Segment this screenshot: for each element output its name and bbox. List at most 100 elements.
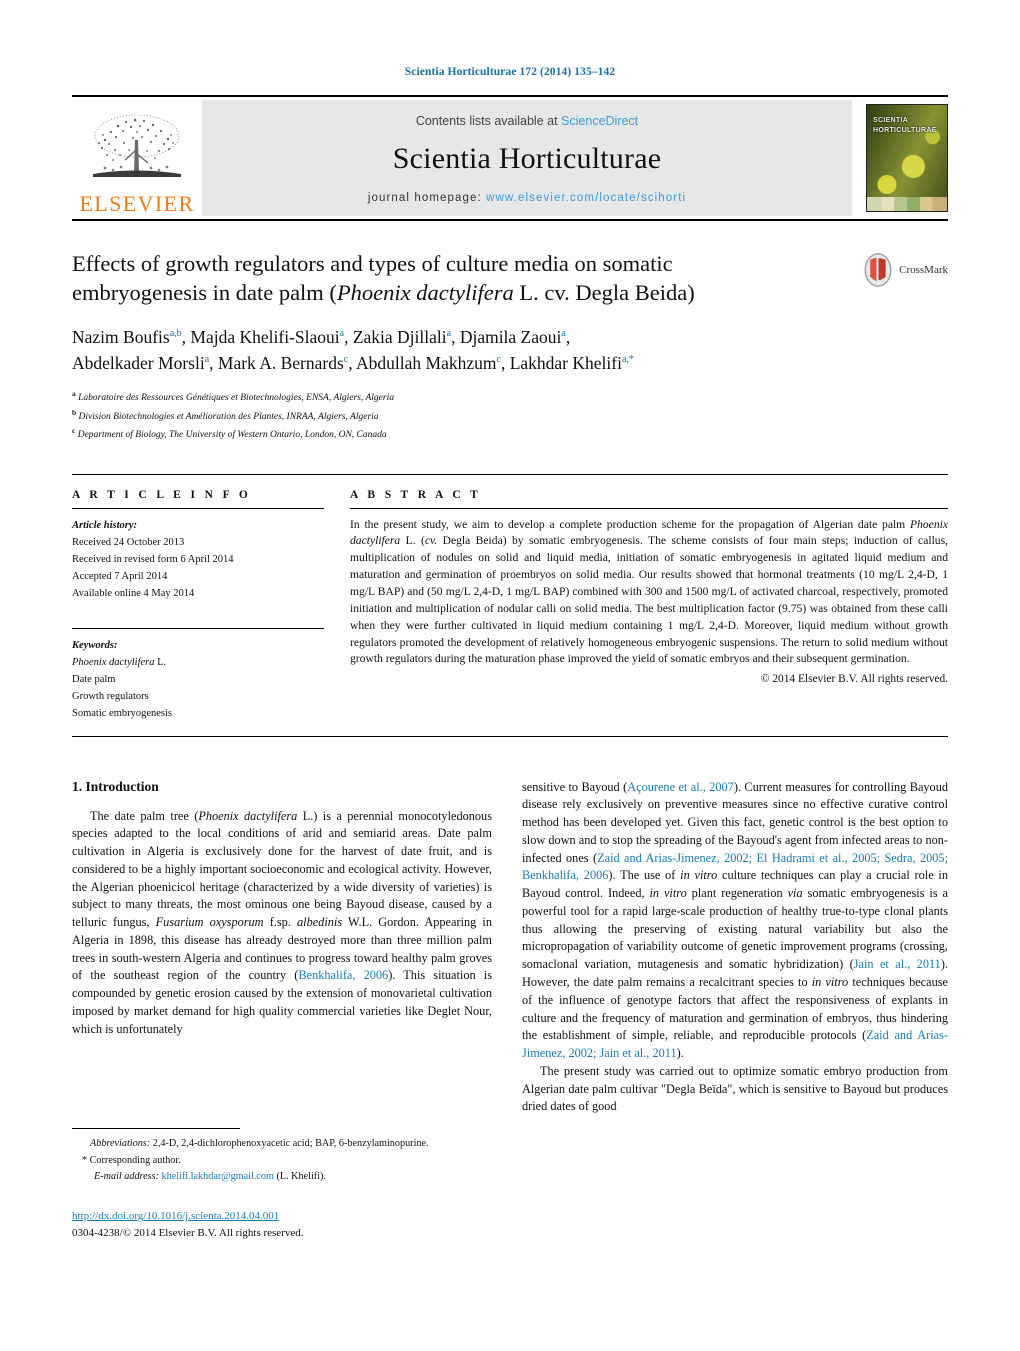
title-line-1: Effects of growth regulators and types o… <box>72 251 673 276</box>
author-7[interactable]: Lakhdar Khelifi <box>510 353 622 373</box>
history-received: Received 24 October 2013 <box>72 536 185 548</box>
affiliation-c-marker: c <box>72 426 76 436</box>
history-online: Available online 4 May 2014 <box>72 587 195 599</box>
email-address-label: E-mail address: <box>94 1170 159 1182</box>
affiliation-list: a Laboratoire des Ressources Génétiques … <box>72 388 838 444</box>
author-4-affil-marker: a <box>204 353 210 365</box>
author-0[interactable]: Nazim Boufis <box>72 327 170 347</box>
abbreviations-label: Abbreviations: <box>90 1138 151 1149</box>
intro-left-italic-1: Phoenix dactylifera <box>198 808 298 823</box>
body-columns: 1. Introduction The date palm tree (Phoe… <box>72 779 948 1117</box>
intro-right-part-3: ). The use of <box>608 868 681 883</box>
affiliation-c-text: Department of Biology, The University of… <box>77 430 387 441</box>
author-7-affil-marker: a,* <box>621 353 634 365</box>
intro-left-paragraph: The date palm tree (Phoenix dactylifera … <box>72 808 492 1039</box>
author-6[interactable]: Abdullah Makhzum <box>356 353 496 373</box>
abstract-part-2: L. ( <box>400 534 425 548</box>
cover-title-line-2: HORTICULTURAE <box>873 127 937 135</box>
abstract-cv-italic: cv. <box>424 534 438 548</box>
footnote-email: E-mail address: khelifi.lakhdar@gmail.co… <box>72 1169 492 1185</box>
intro-right-italic-1: in vitro <box>680 868 718 883</box>
abstract-copyright: © 2014 Elsevier B.V. All rights reserved… <box>760 673 948 686</box>
intro-right-italic-2: in vitro <box>649 886 687 901</box>
affiliation-a-text: Laboratoire des Ressources Génétiques et… <box>78 393 394 404</box>
crossmark-badge[interactable]: CrossMark <box>861 253 948 287</box>
info-section-bottom-rule <box>72 735 948 737</box>
info-abstract-section: A R T I C L E I N F O Article history: R… <box>72 475 948 722</box>
homepage-prefix: journal homepage: <box>367 192 482 204</box>
affiliation-b-marker: b <box>72 407 77 417</box>
cover-title-line-1: SCIENTIA <box>873 117 909 124</box>
journal-homepage-line: journal homepage: www.elsevier.com/locat… <box>368 192 686 204</box>
footnote-block: Abbreviations: 2,4-D, 2,4-dichlorophenox… <box>72 1128 492 1241</box>
intro-right-italic-3: via <box>787 886 803 901</box>
author-3[interactable]: Djamila Zaoui <box>460 327 562 347</box>
citation-benkhalifa-2006[interactable]: Benkhalifa, 2006 <box>298 968 388 982</box>
contents-prefix: Contents lists available at <box>415 114 558 128</box>
doi-link[interactable]: http://dx.doi.org/10.1016/j.scienta.2014… <box>72 1210 279 1222</box>
footnote-abbreviations: Abbreviations: 2,4-D, 2,4-dichlorophenox… <box>72 1136 492 1152</box>
intro-left-italic-2: Fusarium oxysporum <box>155 915 264 930</box>
page-title: Effects of growth regulators and types o… <box>72 249 838 308</box>
article-info-label: A R T I C L E I N F O <box>72 488 252 501</box>
intro-right-part-1: sensitive to Bayoud ( <box>522 779 628 794</box>
author-5-affil-marker: c <box>343 353 349 365</box>
homepage-url-link[interactable]: www.elsevier.com/locate/scihorti <box>486 192 686 204</box>
author-2[interactable]: Zakia Djillali <box>353 327 447 347</box>
author-1[interactable]: Majda Khelifi-Slaoui <box>190 327 339 347</box>
abstract-rule <box>350 507 948 509</box>
crossmark-label: CrossMark <box>899 264 948 276</box>
journal-title: Scientia Horticulturae <box>392 142 662 175</box>
intro-left-part-2: L.) is a perennial monocotyledonous spec… <box>72 808 492 930</box>
email-link[interactable]: khelifi.lakhdar@gmail.com <box>162 1171 274 1182</box>
body-right-column: sensitive to Bayoud (Açourene et al., 20… <box>522 779 948 1117</box>
keyword-2: Growth regulators <box>72 690 149 702</box>
title-line-2-prefix: embryogenesis in date palm ( <box>72 280 337 306</box>
cover-title-text: SCIENTIA HORTICULTURAE <box>873 116 937 136</box>
journal-cover-cell: SCIENTIA HORTICULTURAE <box>852 97 948 219</box>
author-3-affil-marker: a <box>561 327 566 339</box>
intro-right-paragraph-2: The present study was carried out to opt… <box>522 1063 948 1114</box>
intro-left-part-1: The date palm tree ( <box>90 808 199 823</box>
intro-left-part-3: f.sp. <box>263 915 298 930</box>
keyword-0: Phoenix dactylifera L. <box>72 654 324 671</box>
abstract-text: In the present study, we aim to develop … <box>350 517 948 669</box>
affiliation-c: c Department of Biology, The University … <box>72 425 838 444</box>
affiliation-a-marker: a <box>72 389 76 398</box>
elsevier-tree-icon <box>93 114 181 177</box>
author-0-affil-marker: a,b <box>169 327 182 339</box>
elsevier-logo: ELSEVIER <box>72 97 202 219</box>
abbreviations-text: 2,4-D, 2,4-dichlorophenoxyacetic acid; B… <box>150 1138 429 1149</box>
affiliation-b-text: Division Biotechnologies et Amélioration… <box>78 411 379 422</box>
intro-right-part-5: plant regeneration <box>686 886 788 901</box>
keyword-3: Somatic embryogenesis <box>72 707 173 719</box>
article-info-column: A R T I C L E I N F O Article history: R… <box>72 489 324 722</box>
title-block: CrossMark Effects of growth regulators a… <box>72 249 948 444</box>
journal-masthead: ELSEVIER Contents lists available at Sci… <box>72 95 948 221</box>
history-revised: Received in revised form 6 April 2014 <box>72 553 234 565</box>
citation-acourene-2007[interactable]: Açourene et al., 2007 <box>627 780 734 794</box>
affiliation-b: b Division Biotechnologies et Améliorati… <box>72 407 838 426</box>
author-1-affil-marker: a <box>339 327 345 339</box>
author-5[interactable]: Mark A. Bernards <box>218 353 344 373</box>
footnote-rule <box>72 1128 240 1129</box>
sciencedirect-link[interactable]: ScienceDirect <box>561 114 638 128</box>
keywords-heading: Keywords: <box>72 639 118 651</box>
keywords-block: Keywords: Phoenix dactylifera L. Date pa… <box>72 627 324 722</box>
doi-block: http://dx.doi.org/10.1016/j.scienta.2014… <box>72 1206 492 1241</box>
footnote-corresponding-author: * Corresponding author. <box>82 1154 181 1166</box>
body-left-column: 1. Introduction The date palm tree (Phoe… <box>72 779 492 1117</box>
article-history-heading: Article history: <box>72 519 138 531</box>
article-info-rule <box>72 507 324 509</box>
keyword-1: Date palm <box>72 673 116 685</box>
title-line-2-suffix: L. cv. Degla Beida) <box>513 280 695 306</box>
abstract-column: A B S T R A C T In the present study, we… <box>350 489 948 722</box>
author-list: Nazim Boufisa,b, Majda Khelifi-Slaouia, … <box>72 326 634 373</box>
cover-bottom-strip <box>867 197 947 211</box>
section-heading-introduction: 1. Introduction <box>72 778 159 794</box>
abstract-part-1: In the present study, we aim to develop … <box>350 517 910 531</box>
crossmark-icon <box>864 253 892 287</box>
affiliation-a: a Laboratoire des Ressources Génétiques … <box>72 388 838 407</box>
author-4[interactable]: Abdelkader Morsli <box>72 353 205 373</box>
citation-jain-2011[interactable]: Jain et al., 2011 <box>854 957 941 971</box>
